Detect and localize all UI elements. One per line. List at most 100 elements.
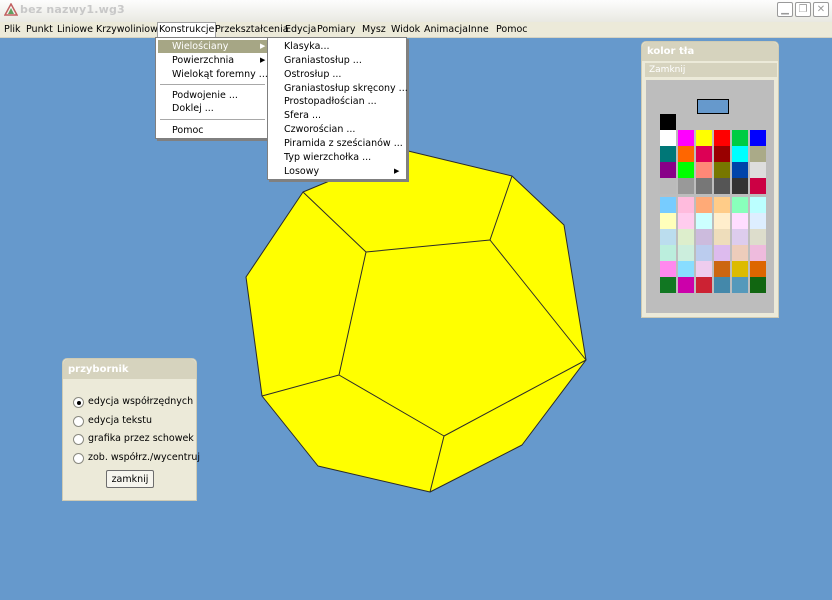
color-swatch[interactable]	[714, 130, 730, 146]
color-swatch[interactable]	[750, 277, 766, 293]
menu-pomoc[interactable]: Pomoc	[495, 23, 529, 36]
color-swatch[interactable]	[660, 261, 676, 277]
menu-item-wielokat-foremny[interactable]: Wielokąt foremny ...	[172, 68, 268, 81]
menu-pomiary[interactable]: Pomiary	[316, 23, 356, 36]
color-swatch[interactable]	[678, 245, 694, 261]
menu-animacja[interactable]: Animacja	[423, 23, 469, 36]
menu-item-doklej[interactable]: Doklej ...	[172, 102, 214, 115]
color-swatch[interactable]	[750, 245, 766, 261]
color-swatch[interactable]	[696, 178, 712, 194]
color-swatch[interactable]	[660, 162, 676, 178]
color-swatch[interactable]	[660, 146, 676, 162]
menu-item-czworoscian[interactable]: Czworościan ...	[284, 123, 355, 136]
color-swatch[interactable]	[696, 261, 712, 277]
color-swatch[interactable]	[678, 197, 694, 213]
color-swatch[interactable]	[714, 162, 730, 178]
menu-krzywoliniowe[interactable]: Krzywoliniowe	[95, 23, 165, 36]
dodecahedron[interactable]	[245, 149, 587, 493]
color-swatch[interactable]	[696, 197, 712, 213]
menu-inne[interactable]: Inne	[467, 23, 490, 36]
menu-item-losowy[interactable]: Losowy ▶	[284, 165, 402, 178]
color-swatch[interactable]	[696, 245, 712, 261]
color-swatch[interactable]	[696, 146, 712, 162]
color-swatch[interactable]	[750, 162, 766, 178]
menu-item-graniastoslup[interactable]: Graniastosłup ...	[284, 54, 362, 67]
color-swatch[interactable]	[678, 277, 694, 293]
color-swatch[interactable]	[678, 130, 694, 146]
color-swatch[interactable]	[750, 197, 766, 213]
color-swatch[interactable]	[732, 162, 748, 178]
color-swatch[interactable]	[714, 277, 730, 293]
color-swatch[interactable]	[732, 245, 748, 261]
radio-button[interactable]	[73, 453, 84, 464]
menu-plik[interactable]: Plik	[3, 23, 22, 36]
radio-button[interactable]	[73, 416, 84, 427]
color-swatch[interactable]	[750, 261, 766, 277]
toolbox-close-button[interactable]: zamknij	[106, 470, 154, 488]
color-swatch[interactable]	[750, 146, 766, 162]
color-swatch[interactable]	[660, 277, 676, 293]
color-swatch[interactable]	[696, 130, 712, 146]
color-swatch[interactable]	[678, 162, 694, 178]
menu-item-piramida-z-szescianow[interactable]: Piramida z sześcianów ...	[284, 137, 403, 150]
color-swatch[interactable]	[732, 229, 748, 245]
color-swatch[interactable]	[714, 146, 730, 162]
color-swatch[interactable]	[660, 178, 676, 194]
color-swatch[interactable]	[714, 229, 730, 245]
color-swatch[interactable]	[696, 277, 712, 293]
color-swatch[interactable]	[696, 213, 712, 229]
menu-przeksztalcenia[interactable]: Przekształcenia	[214, 23, 290, 36]
color-swatch[interactable]	[714, 197, 730, 213]
color-swatch[interactable]	[750, 213, 766, 229]
color-swatch[interactable]	[714, 261, 730, 277]
color-swatch[interactable]	[678, 229, 694, 245]
color-swatch[interactable]	[660, 114, 676, 130]
menu-liniowe[interactable]: Liniowe	[56, 23, 94, 36]
color-swatch[interactable]	[678, 261, 694, 277]
radio-button[interactable]	[73, 434, 84, 445]
close-button[interactable]: ✕	[813, 2, 829, 17]
color-swatch[interactable]	[750, 130, 766, 146]
toolbox-titlebar[interactable]: przybornik	[63, 359, 196, 379]
menu-punkt[interactable]: Punkt	[25, 23, 54, 36]
menu-item-sfera[interactable]: Sfera ...	[284, 109, 321, 122]
menu-item-ostroslup[interactable]: Ostrosłup ...	[284, 68, 341, 81]
color-swatch[interactable]	[732, 130, 748, 146]
menu-mysz[interactable]: Mysz	[361, 23, 387, 36]
color-swatch[interactable]	[714, 213, 730, 229]
color-swatch[interactable]	[714, 178, 730, 194]
color-swatch[interactable]	[660, 213, 676, 229]
color-panel-close-button[interactable]: Zamknij	[645, 63, 777, 77]
menu-item-graniastoslup-skrecony[interactable]: Graniastosłup skręcony ...	[284, 82, 408, 95]
menu-item-typ-wierzcholka[interactable]: Typ wierzchołka ...	[284, 151, 371, 164]
color-swatch[interactable]	[714, 245, 730, 261]
color-swatch[interactable]	[732, 178, 748, 194]
color-swatch[interactable]	[660, 229, 676, 245]
color-panel-titlebar[interactable]: kolor tła	[642, 42, 778, 61]
color-swatch[interactable]	[660, 197, 676, 213]
color-swatch[interactable]	[732, 261, 748, 277]
color-swatch[interactable]	[732, 197, 748, 213]
color-swatch[interactable]	[660, 245, 676, 261]
color-swatch[interactable]	[660, 130, 676, 146]
color-swatch[interactable]	[678, 213, 694, 229]
menu-widok[interactable]: Widok	[390, 23, 421, 36]
menu-item-pomoc[interactable]: Pomoc	[172, 124, 204, 137]
radio-button-selected[interactable]	[73, 397, 84, 408]
color-swatch[interactable]	[732, 277, 748, 293]
menu-item-wielosciany[interactable]: Wielościany ▶	[158, 40, 267, 53]
color-swatch[interactable]	[696, 162, 712, 178]
menu-konstrukcje[interactable]: Konstrukcje	[157, 22, 217, 37]
color-swatch[interactable]	[732, 213, 748, 229]
restore-button[interactable]: ❐	[795, 2, 811, 17]
menu-item-klasyka[interactable]: Klasyka...	[284, 40, 329, 53]
menu-item-podwojenie[interactable]: Podwojenie ...	[172, 89, 238, 102]
color-swatch[interactable]	[750, 229, 766, 245]
menu-item-powierzchnia[interactable]: Powierzchnia ▶	[172, 54, 267, 67]
color-swatch[interactable]	[696, 229, 712, 245]
menu-item-prostopadloscian[interactable]: Prostopadłościan ...	[284, 95, 377, 108]
color-swatch[interactable]	[750, 178, 766, 194]
minimize-button[interactable]: ▁	[777, 2, 793, 17]
menu-edycja[interactable]: Edycja	[284, 23, 317, 36]
color-swatch[interactable]	[678, 146, 694, 162]
